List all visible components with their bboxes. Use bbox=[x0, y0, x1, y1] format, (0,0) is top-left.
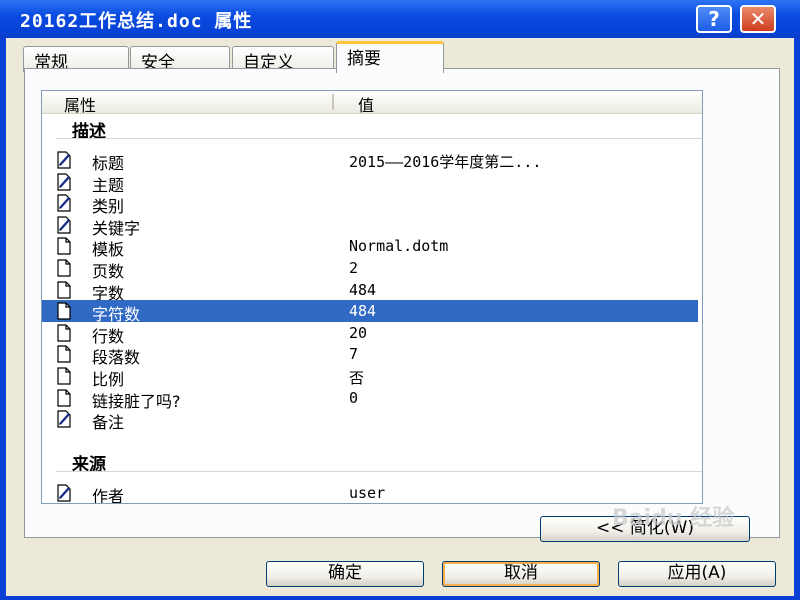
editable-doc-icon bbox=[55, 194, 73, 212]
group-divider bbox=[56, 138, 702, 139]
doc-icon bbox=[55, 388, 73, 407]
tab-summary[interactable]: 摘要 bbox=[336, 41, 444, 73]
property-value: 否 bbox=[349, 369, 365, 387]
editable-doc-icon bbox=[55, 410, 73, 428]
property-row[interactable]: 作者 user bbox=[42, 482, 698, 504]
doc-icon bbox=[55, 237, 73, 255]
property-value: 2015——2016学年度第二... bbox=[349, 153, 542, 171]
property-value: 484 bbox=[349, 280, 377, 299]
property-row[interactable]: 字符数 484 bbox=[42, 300, 698, 324]
watermark: Baidu 经验 bbox=[612, 506, 735, 531]
property-value: Normal.dotm bbox=[349, 237, 449, 256]
property-row[interactable]: 比例否 bbox=[42, 365, 698, 389]
property-name: 备注 bbox=[92, 413, 125, 433]
property-row[interactable]: 备注 bbox=[42, 408, 698, 433]
doc-icon bbox=[55, 280, 73, 299]
apply-button[interactable]: 应用(A) bbox=[618, 561, 776, 587]
property-row[interactable]: 行数 20 bbox=[42, 322, 698, 346]
doc-icon bbox=[55, 367, 73, 385]
properties-window: 20162工作总结.doc 属性 ? ✕ 常规 安全 自定义 摘要 属性 值 描… bbox=[0, 0, 800, 600]
vertical-scrollbar[interactable]: ︿ ﹀ bbox=[702, 91, 703, 503]
property-row[interactable]: 页数 2 bbox=[42, 257, 698, 281]
doc-icon bbox=[55, 302, 73, 320]
ok-button[interactable]: 确定 bbox=[266, 561, 424, 587]
editable-doc-icon bbox=[55, 484, 73, 502]
cancel-button[interactable]: 取消 bbox=[442, 561, 600, 587]
help-button[interactable]: ? bbox=[696, 5, 732, 33]
property-row[interactable]: 标题 2015——2016学年度第二... bbox=[42, 149, 698, 173]
group-divider bbox=[56, 470, 702, 472]
close-button[interactable]: ✕ bbox=[740, 5, 776, 33]
doc-icon bbox=[55, 324, 73, 342]
property-value: user bbox=[349, 483, 386, 502]
property-value: 2 bbox=[349, 259, 359, 277]
editable-doc-icon bbox=[55, 172, 73, 191]
properties-list[interactable]: 属性 值 描述 标题 2015——2016学年度第二... 主题 类别 关键字 模板 Norm… bbox=[41, 90, 703, 504]
property-row[interactable]: 链接脏了吗? 0 bbox=[42, 387, 698, 411]
property-value: 484 bbox=[349, 302, 377, 321]
property-row[interactable]: 模板 Normal.dotm bbox=[42, 235, 698, 259]
property-value: 0 bbox=[349, 388, 359, 407]
property-row[interactable]: 主题 bbox=[42, 171, 698, 195]
property-row[interactable]: 类别 bbox=[42, 192, 698, 216]
title-bar[interactable]: 20162工作总结.doc 属性 ? ✕ bbox=[0, 0, 800, 38]
tab-label: 摘要 bbox=[347, 49, 381, 69]
help-icon: ? bbox=[708, 7, 720, 31]
property-value: 20 bbox=[349, 323, 368, 342]
property-row[interactable]: 关键字 bbox=[42, 214, 698, 238]
editable-doc-icon bbox=[55, 151, 73, 169]
window-title: 20162工作总结.doc 属性 bbox=[20, 11, 253, 32]
column-header-property[interactable]: 属性 bbox=[64, 92, 96, 116]
close-icon: ✕ bbox=[749, 7, 767, 31]
column-header-value[interactable]: 值 bbox=[358, 92, 374, 116]
doc-icon bbox=[55, 345, 73, 363]
column-divider[interactable] bbox=[332, 94, 334, 110]
property-row[interactable]: 段落数 7 bbox=[42, 343, 698, 367]
property-row[interactable]: 字数 484 bbox=[42, 279, 698, 303]
property-name: 作者 bbox=[92, 486, 125, 504]
editable-doc-icon bbox=[55, 216, 73, 234]
property-value: 7 bbox=[349, 345, 359, 364]
list-header: 属性 值 bbox=[42, 91, 702, 116]
doc-icon bbox=[55, 259, 73, 277]
